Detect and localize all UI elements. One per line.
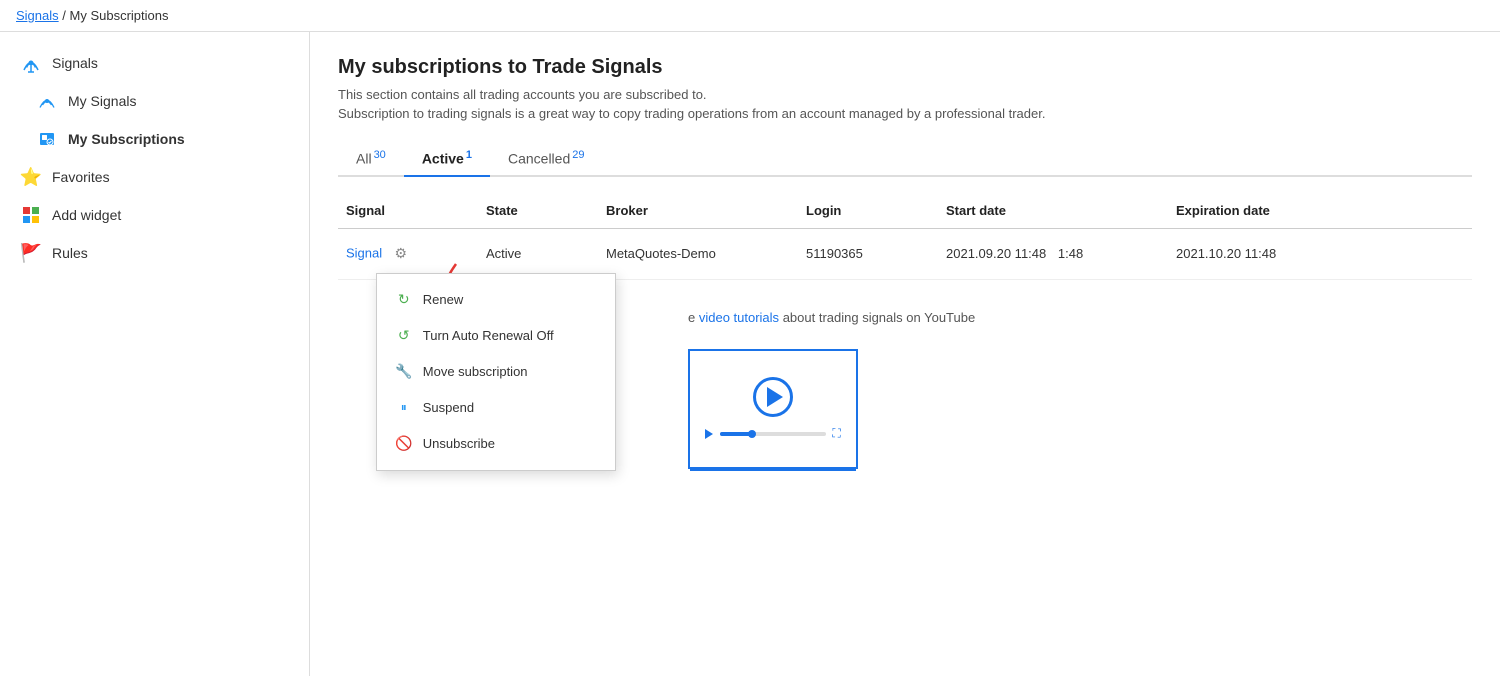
signal-row-area: Signal ⚙ ↻ Renew ↺ Turn Auto Renewa [338, 229, 1472, 469]
table-row: Signal ⚙ ↻ Renew ↺ Turn Auto Renewa [338, 229, 1472, 280]
dropdown-item-renew[interactable]: ↻ Renew [377, 282, 615, 318]
tab-active-count: 1 [466, 149, 472, 161]
breadcrumb-signals-link[interactable]: Signals [16, 8, 59, 23]
tab-all-label: All [356, 151, 372, 167]
play-triangle [767, 387, 783, 407]
tutorial-link[interactable]: video tutorials [699, 310, 779, 325]
sidebar-label-my-subscriptions: My Subscriptions [68, 131, 185, 147]
tab-all[interactable]: All30 [338, 141, 404, 177]
move-icon: 🔧 [395, 363, 413, 381]
sidebar-label-rules: Rules [52, 245, 88, 261]
widget-icon [20, 204, 42, 226]
signal-link[interactable]: Signal [346, 245, 382, 260]
dropdown-label-renew: Renew [423, 292, 463, 307]
sidebar-item-my-subscriptions[interactable]: My Subscriptions [0, 120, 309, 158]
cell-start-date: 2021.09.20 11:48 1:48 [938, 242, 1168, 265]
ctrl-play-small [705, 429, 713, 439]
ctrl-progress-bar[interactable] [720, 432, 825, 436]
sidebar-item-rules[interactable]: 🚩 Rules [0, 234, 309, 272]
breadcrumb-current: My Subscriptions [70, 8, 169, 23]
breadcrumb-separator: / [62, 8, 69, 23]
renew-icon: ↻ [395, 291, 413, 309]
video-controls: ⛶ [702, 427, 843, 441]
dropdown-menu: ↻ Renew ↺ Turn Auto Renewal Off 🔧 Move s… [376, 273, 616, 471]
tutorial-text-before: e [688, 310, 699, 325]
col-header-start-date: Start date [938, 199, 1168, 222]
table-header: Signal State Broker Login Start date Exp… [338, 193, 1472, 229]
video-thumbnail-container: ⛶ [688, 337, 1472, 469]
tab-active[interactable]: Active1 [404, 141, 490, 177]
signals-icon [20, 52, 42, 74]
layout: Signals My Signals My Sub [0, 32, 1500, 676]
start-time-value: 1:48 [1058, 246, 1083, 261]
sidebar-label-add-widget: Add widget [52, 207, 121, 223]
col-header-expiration-date: Expiration date [1168, 199, 1388, 222]
sidebar-item-add-widget[interactable]: Add widget [0, 196, 309, 234]
ctrl-play-icon [702, 427, 716, 441]
rules-icon: 🚩 [20, 242, 42, 264]
dropdown-label-turn-auto-renewal-off: Turn Auto Renewal Off [423, 328, 554, 343]
tutorial-text-after: about trading signals on YouTube [783, 310, 976, 325]
tutorial-section: e video tutorials about trading signals … [688, 310, 1472, 469]
auto-renewal-icon: ↺ [395, 327, 413, 345]
ctrl-expand-icon[interactable]: ⛶ [830, 427, 844, 441]
sidebar: Signals My Signals My Sub [0, 32, 310, 676]
sidebar-label-favorites: Favorites [52, 169, 110, 185]
unsubscribe-icon: 🚫 [395, 435, 413, 453]
sidebar-label-my-signals: My Signals [68, 93, 136, 109]
cell-state: Active [478, 242, 598, 265]
dropdown-label-unsubscribe: Unsubscribe [423, 436, 495, 451]
cell-broker: MetaQuotes-Demo [598, 242, 798, 265]
sidebar-item-signals[interactable]: Signals [0, 44, 309, 82]
suspend-icon: ⏸ [395, 399, 413, 417]
tab-cancelled-count: 29 [572, 149, 584, 161]
start-date-value: 2021.09.20 11:48 [946, 246, 1046, 261]
video-border-bottom [690, 467, 856, 471]
tab-active-label: Active [422, 151, 464, 167]
cell-signal: Signal ⚙ ↻ Renew ↺ Turn Auto Renewa [338, 239, 478, 269]
dropdown-label-move-subscription: Move subscription [423, 364, 528, 379]
dropdown-item-turn-auto-renewal-off[interactable]: ↺ Turn Auto Renewal Off [377, 318, 615, 354]
dropdown-item-move-subscription[interactable]: 🔧 Move subscription [377, 354, 615, 390]
tab-all-count: 30 [374, 149, 386, 161]
tab-cancelled-label: Cancelled [508, 151, 570, 167]
page-desc-2: Subscription to trading signals is a gre… [338, 106, 1472, 121]
sidebar-item-favorites[interactable]: ⭐ Favorites [0, 158, 309, 196]
cell-login: 51190365 [798, 242, 938, 265]
subscription-table: Signal State Broker Login Start date Exp… [338, 193, 1472, 469]
dropdown-item-suspend[interactable]: ⏸ Suspend [377, 390, 615, 426]
tabs: All30 Active1 Cancelled29 [338, 141, 1472, 177]
sidebar-label-signals: Signals [52, 55, 98, 71]
subscriptions-icon [36, 128, 58, 150]
favorites-icon: ⭐ [20, 166, 42, 188]
sidebar-item-my-signals[interactable]: My Signals [0, 82, 309, 120]
dropdown-wrapper: ⚙ ↻ Renew ↺ Turn Auto Renewal Off [386, 243, 412, 265]
video-thumbnail[interactable]: ⛶ [688, 349, 858, 469]
video-inner: ⛶ [690, 351, 856, 467]
tab-cancelled[interactable]: Cancelled29 [490, 141, 603, 177]
play-button[interactable] [753, 377, 793, 417]
col-header-signal: Signal [338, 199, 478, 222]
col-header-state: State [478, 199, 598, 222]
my-signals-icon [36, 90, 58, 112]
dropdown-label-suspend: Suspend [423, 400, 474, 415]
cell-expiration-date: 2021.10.20 11:48 [1168, 242, 1388, 265]
col-header-login: Login [798, 199, 938, 222]
page-title: My subscriptions to Trade Signals [338, 56, 1472, 79]
main-content: My subscriptions to Trade Signals This s… [310, 32, 1500, 676]
dropdown-item-unsubscribe[interactable]: 🚫 Unsubscribe [377, 426, 615, 462]
breadcrumb: Signals / My Subscriptions [0, 0, 1500, 32]
page-desc-1: This section contains all trading accoun… [338, 87, 1472, 102]
ctrl-progress-dot [748, 430, 756, 438]
gear-button[interactable]: ⚙ [390, 243, 412, 265]
col-header-broker: Broker [598, 199, 798, 222]
